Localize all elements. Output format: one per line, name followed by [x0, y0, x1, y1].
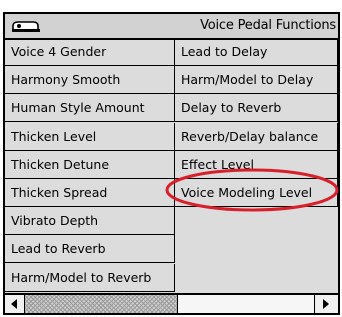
- arrow-right-icon: [323, 299, 329, 309]
- title-bar: Voice Pedal Functions: [5, 14, 338, 40]
- function-item-effect-level[interactable]: Effect Level: [175, 150, 338, 179]
- function-item-human-style-amount[interactable]: Human Style Amount: [5, 94, 175, 123]
- function-item-lead-to-delay[interactable]: Lead to Delay: [175, 38, 338, 66]
- pedal-icon: [12, 21, 40, 32]
- function-item-harmony-smooth[interactable]: Harmony Smooth: [5, 66, 175, 95]
- scroll-right-button[interactable]: [316, 295, 338, 313]
- function-item-harm-model-to-delay[interactable]: Harm/Model to Delay: [175, 66, 338, 95]
- function-item-reverb-delay-balance[interactable]: Reverb/Delay balance: [175, 122, 338, 151]
- scroll-track[interactable]: [25, 295, 177, 313]
- scroll-left-button[interactable]: [5, 295, 25, 313]
- scroll-thumb[interactable]: [177, 295, 315, 313]
- empty-area: [175, 207, 338, 292]
- function-item-harm-model-to-reverb[interactable]: Harm/Model to Reverb: [5, 263, 175, 292]
- function-item-voice-modeling-level[interactable]: Voice Modeling Level: [175, 179, 338, 207]
- function-item-voice-4-gender[interactable]: Voice 4 Gender: [5, 38, 175, 66]
- function-item-delay-to-reverb[interactable]: Delay to Reverb: [175, 94, 338, 123]
- function-item-thicken-level[interactable]: Thicken Level: [5, 122, 175, 151]
- horizontal-scrollbar[interactable]: [5, 293, 338, 313]
- function-item-vibrato-depth[interactable]: Vibrato Depth: [5, 207, 175, 236]
- function-item-thicken-detune[interactable]: Thicken Detune: [5, 150, 175, 179]
- function-item-thicken-spread[interactable]: Thicken Spread: [5, 179, 175, 207]
- panel-title: Voice Pedal Functions: [200, 18, 336, 33]
- function-item-lead-to-reverb[interactable]: Lead to Reverb: [5, 235, 175, 264]
- arrow-left-icon: [11, 299, 17, 309]
- voice-pedal-functions-panel: Voice Pedal Functions Voice 4 Gender Harm…: [3, 12, 340, 315]
